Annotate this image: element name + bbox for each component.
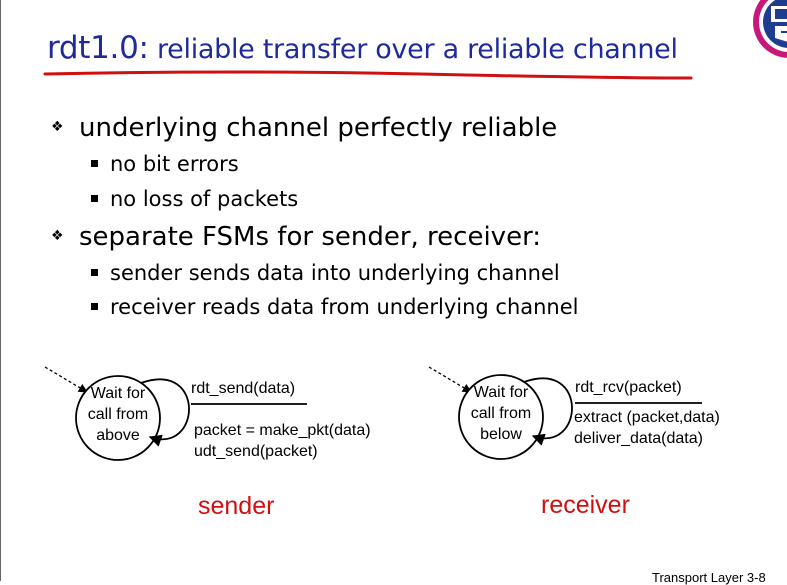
fsm-diagram xyxy=(44,366,702,461)
state-line: Wait for xyxy=(473,384,529,401)
state-line: call from xyxy=(87,406,149,423)
receiver-action-label: extract (packet,data) xyxy=(574,409,720,426)
state-line: above xyxy=(96,427,140,444)
state-line: call from xyxy=(470,405,532,422)
sender-caption: sender xyxy=(198,492,275,520)
sender-event-label: rdt_send(data) xyxy=(191,380,296,397)
receiver-caption: receiver xyxy=(541,491,630,519)
state-line: Wait for xyxy=(90,385,146,402)
receiver-action-label: deliver_data(data) xyxy=(574,430,703,447)
receiver-state-label: Wait for call from below xyxy=(456,382,546,445)
sender-action-label: udt_send(packet) xyxy=(194,443,318,460)
sender-state-label: Wait for call from above xyxy=(73,383,163,446)
receiver-event-label: rdt_rcv(packet) xyxy=(575,379,682,396)
slide-footer: Transport Layer 3-8 xyxy=(652,570,766,585)
state-line: below xyxy=(480,426,522,443)
sender-action-label: packet = make_pkt(data) xyxy=(194,422,371,439)
